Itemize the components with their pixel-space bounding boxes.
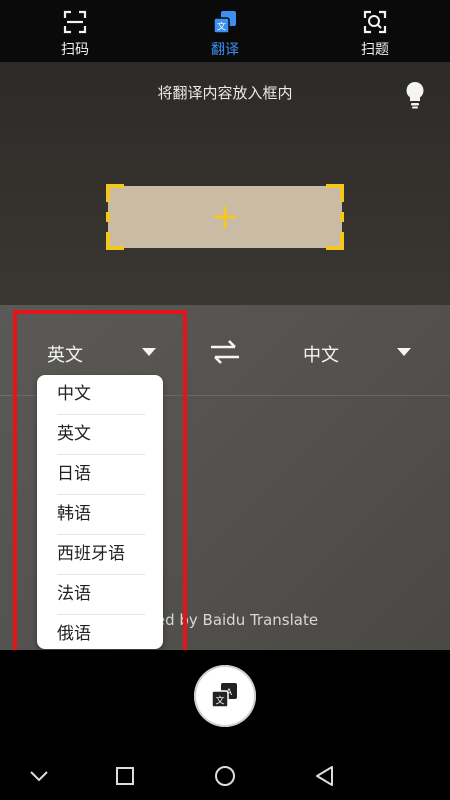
chevron-down-icon[interactable]	[141, 347, 157, 357]
swap-arrows-icon[interactable]	[209, 339, 241, 365]
powered-by-text: red by Baidu Translate	[150, 611, 319, 629]
frame-corner	[106, 232, 124, 250]
dropdown-option-japanese[interactable]: 日语	[57, 455, 145, 495]
chevron-down-icon[interactable]	[396, 347, 412, 357]
scan-frame	[106, 184, 344, 250]
dropdown-option-spanish[interactable]: 西班牙语	[57, 535, 145, 575]
top-tab-bar: 扫码 文 翻译 扫题	[0, 0, 450, 62]
dropdown-option-french[interactable]: 法语	[57, 575, 145, 615]
triangle-back-icon[interactable]	[314, 765, 336, 787]
dropdown-option-korean[interactable]: 韩语	[57, 495, 145, 535]
scan-qr-icon	[63, 10, 87, 34]
lightbulb-icon[interactable]	[402, 80, 428, 110]
translate-capture-icon: A 文	[211, 683, 237, 708]
tab-label: 扫题	[361, 42, 389, 58]
frame-tick	[106, 212, 110, 222]
circle-icon[interactable]	[214, 765, 236, 787]
square-icon[interactable]	[114, 765, 136, 787]
system-nav-bar	[0, 750, 450, 800]
source-language[interactable]: 英文	[47, 341, 83, 367]
dropdown-option-english[interactable]: 英文	[57, 415, 145, 455]
dropdown-option-russian[interactable]: 俄语	[57, 615, 145, 649]
scan-question-icon	[363, 10, 387, 34]
tab-scan-qr[interactable]: 扫码	[0, 0, 150, 62]
crosshair-icon	[214, 206, 236, 228]
frame-corner	[326, 232, 344, 250]
viewfinder-hint: 将翻译内容放入框内	[157, 84, 293, 102]
svg-text:文: 文	[217, 21, 226, 33]
dropdown-option-chinese[interactable]: 中文	[57, 375, 145, 415]
svg-text:文: 文	[215, 695, 224, 707]
source-language-dropdown: 中文 英文 日语 韩语 西班牙语 法语 俄语	[37, 375, 163, 649]
tab-scan-question[interactable]: 扫题	[300, 0, 450, 62]
frame-corner	[326, 184, 344, 202]
tab-translate[interactable]: 文 翻译	[150, 0, 300, 62]
chevron-down-icon[interactable]	[28, 765, 50, 787]
translate-icon: 文	[213, 11, 236, 34]
tab-label: 翻译	[211, 42, 239, 58]
tab-label: 扫码	[61, 42, 89, 58]
capture-button[interactable]: A 文	[194, 665, 256, 727]
frame-corner	[106, 184, 124, 202]
camera-viewfinder[interactable]: 将翻译内容放入框内	[0, 62, 450, 305]
frame-tick	[340, 212, 344, 222]
target-language[interactable]: 中文	[303, 341, 339, 367]
